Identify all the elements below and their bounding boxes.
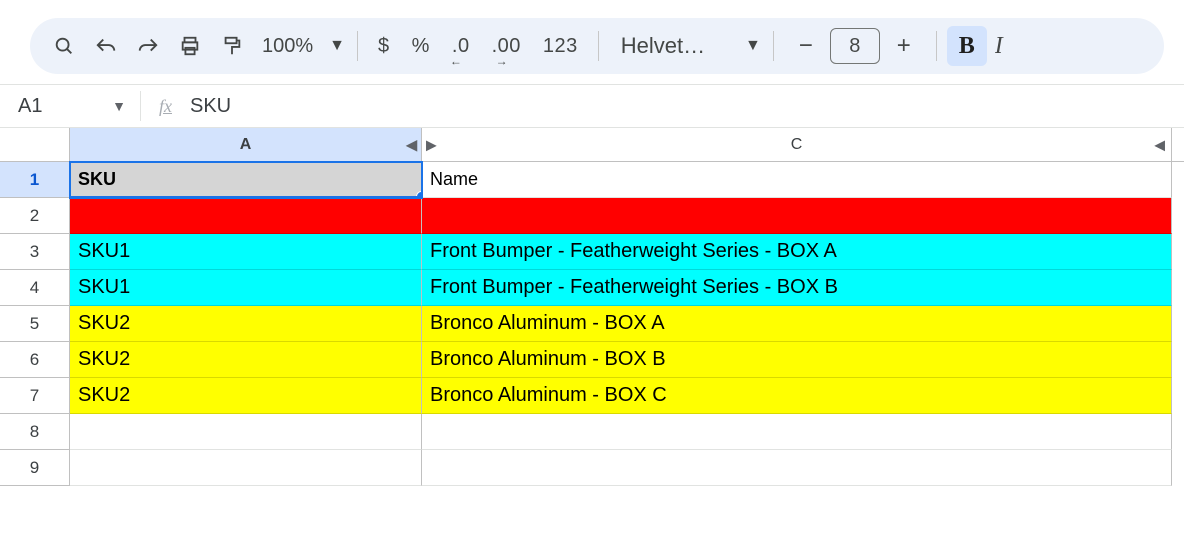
cell-C1[interactable]: Name [422, 162, 1172, 198]
table-row: 7 SKU2 Bronco Aluminum - BOX C [0, 378, 1184, 414]
cell-C5[interactable]: Bronco Aluminum - BOX A [422, 306, 1172, 342]
cell-C3[interactable]: Front Bumper - Featherweight Series - BO… [422, 234, 1172, 270]
select-all-corner[interactable] [0, 128, 70, 161]
zoom-value: 100% [256, 35, 319, 58]
separator [773, 31, 774, 61]
cell-A2[interactable] [70, 198, 422, 234]
separator [140, 91, 141, 121]
increase-decimal-button[interactable]: .00→ [482, 26, 531, 66]
format-currency-button[interactable]: $ [368, 26, 400, 66]
font-size-group: − 8 + [788, 26, 922, 66]
fx-icon: fx [159, 96, 172, 117]
selection-handle[interactable] [416, 191, 422, 198]
table-row: 6 SKU2 Bronco Aluminum - BOX B [0, 342, 1184, 378]
chevron-left-icon: ◀ [1154, 136, 1165, 153]
chevron-down-icon: ▼ [329, 37, 345, 55]
column-header-A[interactable]: A ◀ [70, 128, 422, 161]
font-name-label: Helvet… [611, 33, 715, 59]
row-header-9[interactable]: 9 [0, 450, 70, 486]
row-header-5[interactable]: 5 [0, 306, 70, 342]
cell-C2[interactable] [422, 198, 1172, 234]
font-family-dropdown[interactable]: Helvet… ▼ [611, 33, 761, 59]
bold-button[interactable]: B [947, 26, 987, 66]
column-label: C [791, 136, 803, 154]
cell-A5[interactable]: SKU2 [70, 306, 422, 342]
cell-C4[interactable]: Front Bumper - Featherweight Series - BO… [422, 270, 1172, 306]
formula-bar-input[interactable]: SKU [190, 95, 231, 118]
format-percent-button[interactable]: % [402, 26, 440, 66]
cell-C7[interactable]: Bronco Aluminum - BOX C [422, 378, 1172, 414]
row-header-2[interactable]: 2 [0, 198, 70, 234]
table-row: 3 SKU1 Front Bumper - Featherweight Seri… [0, 234, 1184, 270]
row-header-6[interactable]: 6 [0, 342, 70, 378]
paint-format-icon[interactable] [212, 26, 252, 66]
column-headers: A ◀ ▶ C ◀ [0, 128, 1184, 162]
font-size-input[interactable]: 8 [830, 28, 880, 64]
print-icon[interactable] [170, 26, 210, 66]
chevron-down-icon: ▼ [112, 98, 126, 114]
zoom-dropdown[interactable]: 100% ▼ [256, 35, 345, 58]
increase-font-size-button[interactable]: + [886, 26, 922, 66]
more-formats-button[interactable]: 123 [533, 26, 588, 66]
name-box-value: A1 [18, 95, 42, 118]
row-header-7[interactable]: 7 [0, 378, 70, 414]
toolbar: 100% ▼ $ % .0← .00→ 123 Helvet… ▼ − 8 + … [30, 18, 1164, 74]
redo-icon[interactable] [128, 26, 168, 66]
decrease-font-size-button[interactable]: − [788, 26, 824, 66]
table-row: 9 [0, 450, 1184, 486]
separator [936, 31, 937, 61]
column-label: A [240, 136, 252, 154]
formula-bar-row: A1 ▼ fx SKU [0, 84, 1184, 128]
cell-value: SKU [78, 169, 116, 190]
decrease-decimal-button[interactable]: .0← [442, 26, 480, 66]
table-row: 2 [0, 198, 1184, 234]
row-header-1[interactable]: 1 [0, 162, 70, 198]
row-header-4[interactable]: 4 [0, 270, 70, 306]
separator [598, 31, 599, 61]
cell-A3[interactable]: SKU1 [70, 234, 422, 270]
table-row: 5 SKU2 Bronco Aluminum - BOX A [0, 306, 1184, 342]
cell-A6[interactable]: SKU2 [70, 342, 422, 378]
cell-C8[interactable] [422, 414, 1172, 450]
chevron-left-icon: ◀ [406, 136, 417, 153]
search-icon[interactable] [44, 26, 84, 66]
name-box[interactable]: A1 ▼ [10, 95, 140, 118]
cell-A9[interactable] [70, 450, 422, 486]
chevron-down-icon: ▼ [745, 37, 761, 55]
table-row: 1 SKU Name [0, 162, 1184, 198]
cell-A1[interactable]: SKU [70, 162, 422, 198]
separator [357, 31, 358, 61]
cell-A7[interactable]: SKU2 [70, 378, 422, 414]
cell-A8[interactable] [70, 414, 422, 450]
spreadsheet-grid: A ◀ ▶ C ◀ 1 SKU Name 2 3 SKU1 Front Bump… [0, 128, 1184, 486]
row-header-3[interactable]: 3 [0, 234, 70, 270]
cell-C6[interactable]: Bronco Aluminum - BOX B [422, 342, 1172, 378]
table-row: 8 [0, 414, 1184, 450]
chevron-right-icon: ▶ [426, 136, 437, 153]
column-header-C[interactable]: ▶ C ◀ [422, 128, 1172, 161]
row-header-8[interactable]: 8 [0, 414, 70, 450]
table-row: 4 SKU1 Front Bumper - Featherweight Seri… [0, 270, 1184, 306]
undo-icon[interactable] [86, 26, 126, 66]
italic-button[interactable]: I [995, 33, 1011, 60]
cell-C9[interactable] [422, 450, 1172, 486]
cell-A4[interactable]: SKU1 [70, 270, 422, 306]
